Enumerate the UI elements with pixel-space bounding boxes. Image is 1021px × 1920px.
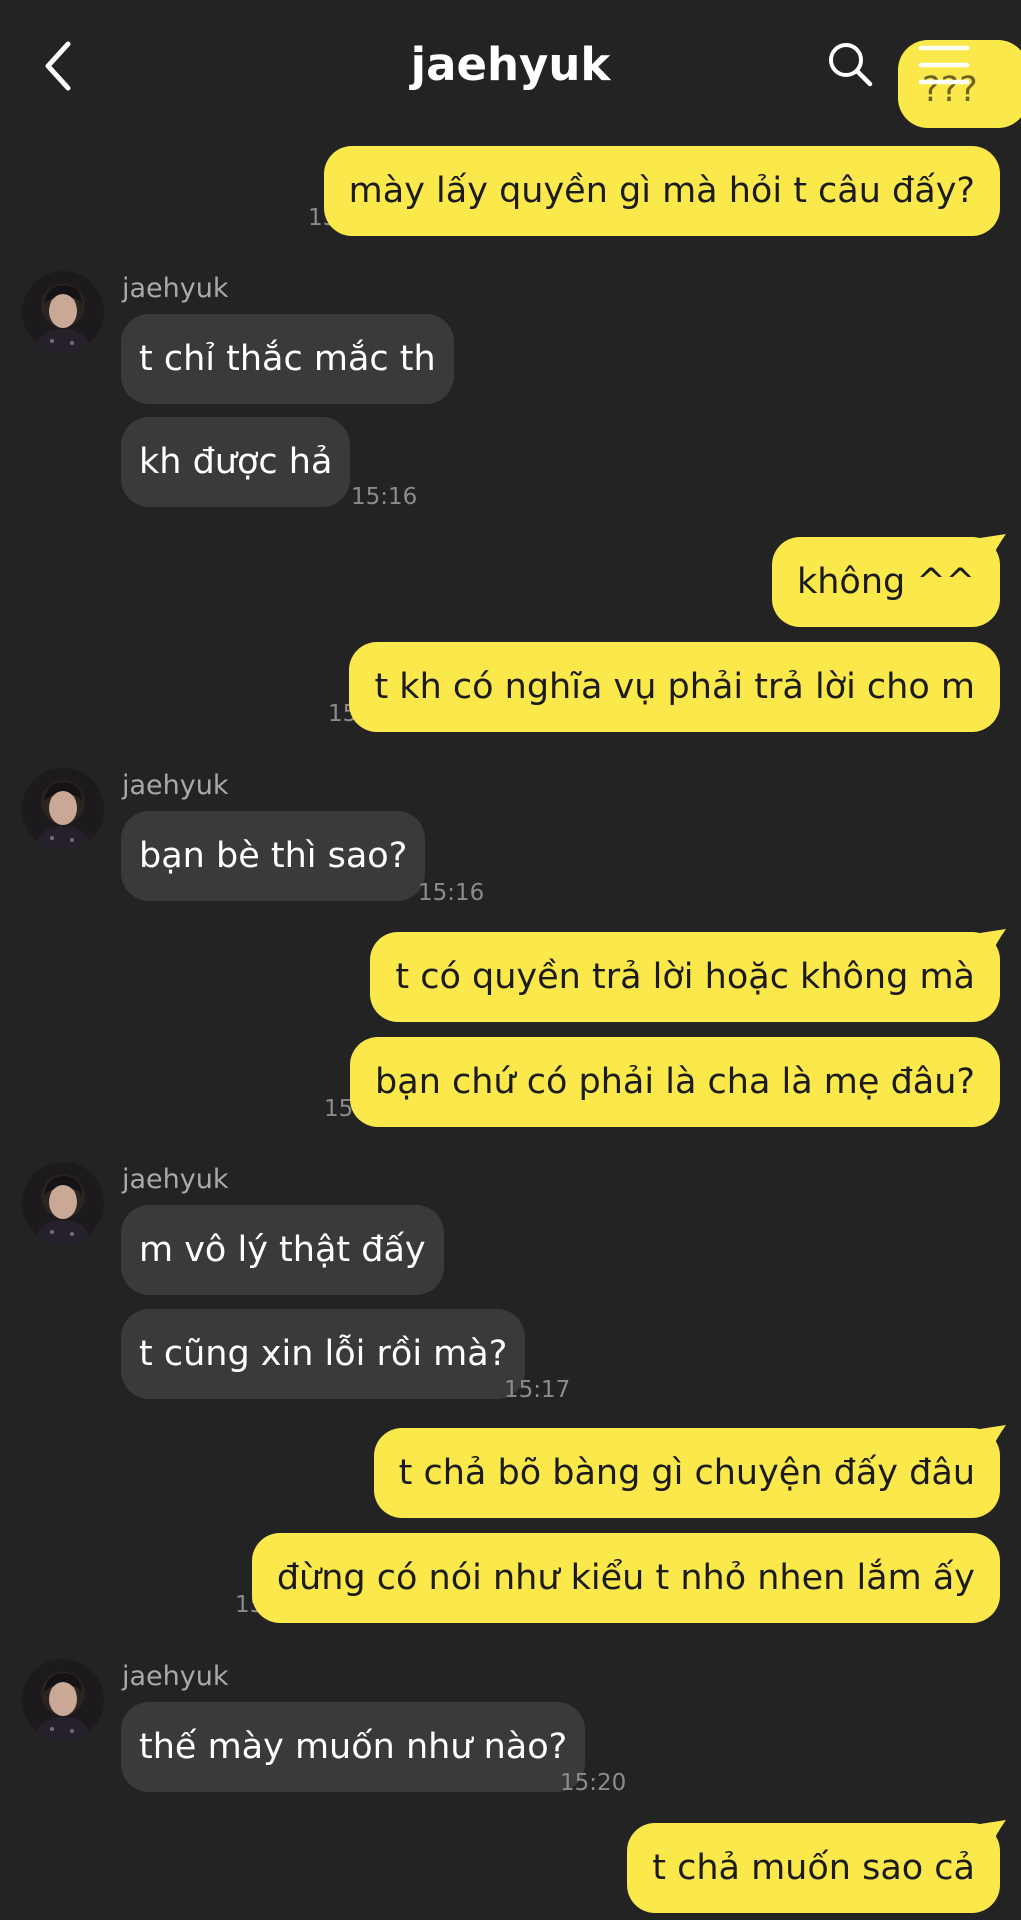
- sender-name: jaehyuk: [122, 1661, 229, 1692]
- message-time: 15:20: [560, 1770, 627, 1796]
- message-time: 15:16: [418, 880, 485, 906]
- menu-button[interactable]: [918, 44, 970, 86]
- avatar[interactable]: [22, 1659, 104, 1741]
- avatar[interactable]: [22, 768, 104, 850]
- message-bubble-me: không ^^: [771, 537, 1000, 627]
- bubble-tail: [980, 929, 1006, 957]
- message-bubble-me: t kh có nghĩa vụ phải trả lời cho m: [349, 642, 1000, 732]
- hamburger-menu-icon: [918, 45, 970, 85]
- message-time: 15:17: [504, 1377, 571, 1403]
- search-button[interactable]: [826, 40, 874, 88]
- avatar[interactable]: [22, 1162, 104, 1244]
- sender-name: jaehyuk: [122, 770, 229, 801]
- message-bubble-me: bạn chứ có phải là cha là mẹ đâu?: [350, 1037, 1000, 1127]
- sender-name: jaehyuk: [122, 1164, 229, 1195]
- search-icon: [829, 43, 873, 87]
- bubble-tail: [980, 534, 1006, 562]
- message-bubble-them: bạn bè thì sao?: [121, 811, 426, 901]
- message-time: 15:16: [351, 484, 418, 510]
- message-bubble-them: t chỉ thắc mắc th: [121, 314, 454, 404]
- message-bubble-me: t chả muốn sao cả: [627, 1823, 1000, 1913]
- bubble-tail: [980, 1425, 1006, 1453]
- avatar[interactable]: [22, 271, 104, 353]
- message-bubble-me: mày lấy quyền gì mà hỏi t câu đấy?: [323, 146, 1000, 236]
- avatar-photo: [34, 285, 92, 353]
- message-bubble-me: t có quyền trả lời hoặc không mà: [370, 932, 1000, 1022]
- avatar-photo: [34, 1176, 92, 1244]
- message-bubble-me: t chả bõ bàng gì chuyện đấy đâu: [373, 1428, 1000, 1518]
- message-bubble-me: đừng có nói như kiểu t nhỏ nhen lắm ấy: [251, 1533, 1000, 1623]
- sender-name: jaehyuk: [122, 273, 229, 304]
- message-bubble-them: m vô lý thật đấy: [121, 1205, 444, 1295]
- avatar-photo: [34, 782, 92, 850]
- bubble-tail: [980, 1820, 1006, 1848]
- avatar-photo: [34, 1673, 92, 1741]
- message-bubble-them: kh được hả: [121, 417, 351, 507]
- message-bubble-them: t cũng xin lỗi rồi mà?: [121, 1309, 526, 1399]
- message-bubble-them: thế mày muốn như nào?: [121, 1702, 586, 1792]
